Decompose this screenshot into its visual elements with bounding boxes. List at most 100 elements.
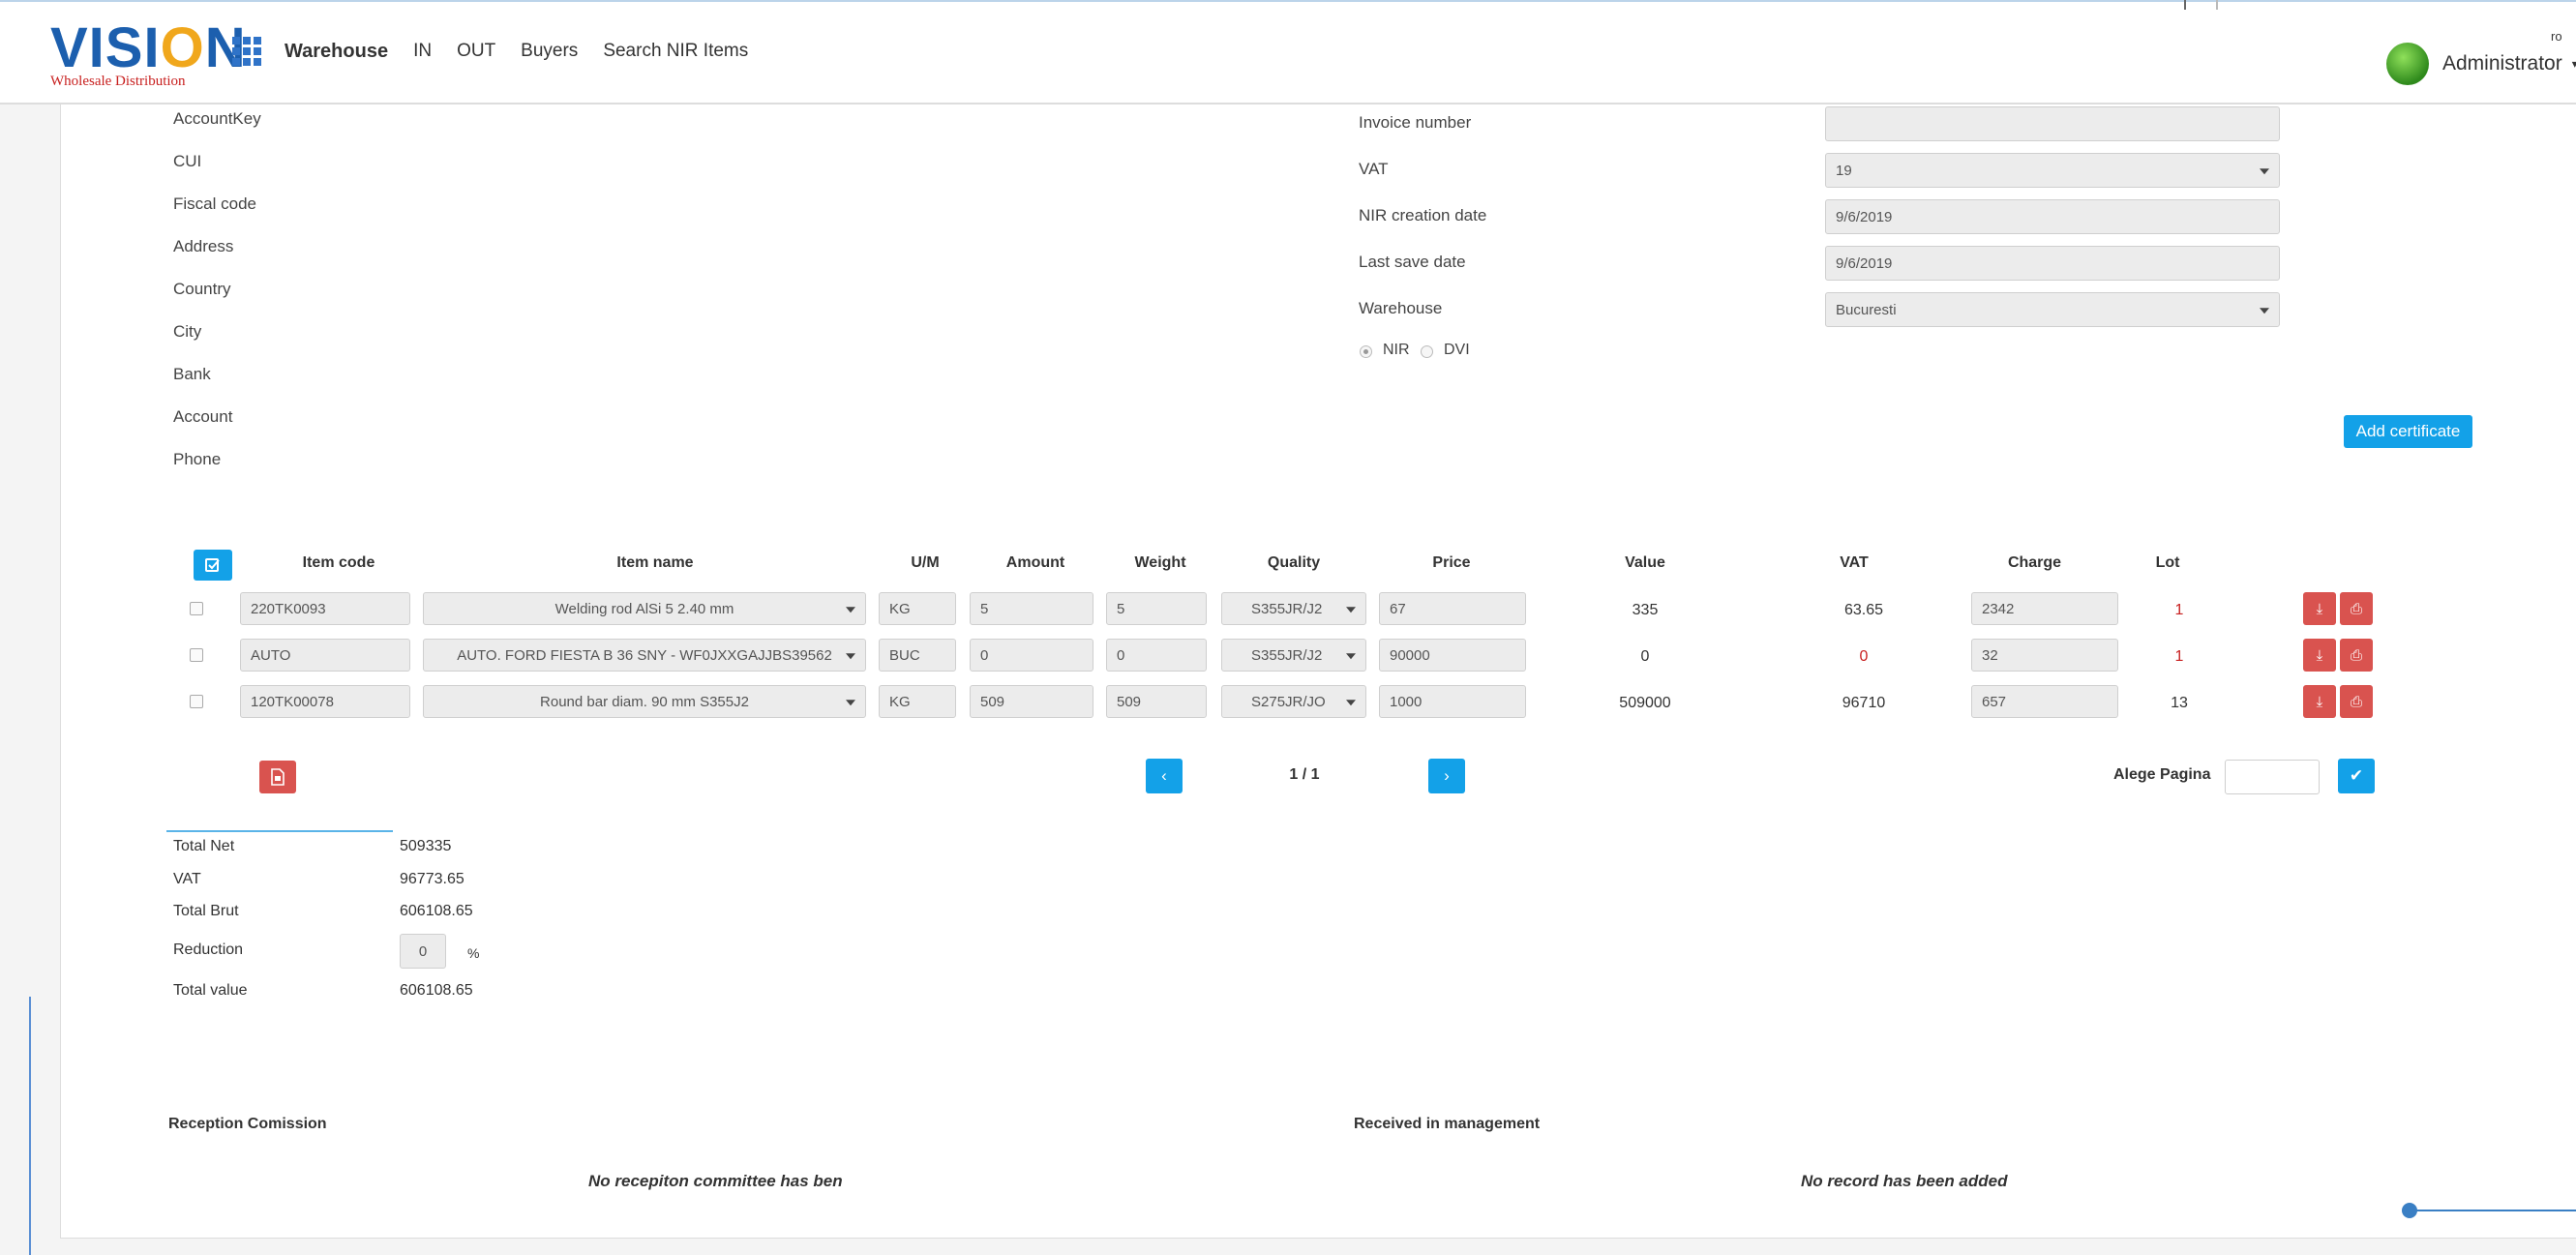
- nav-search-nir-items[interactable]: Search NIR Items: [603, 41, 748, 63]
- lot-cell: 1: [2174, 602, 2184, 618]
- th-vat: VAT: [1840, 554, 1869, 571]
- add-certificate-button[interactable]: Add certificate: [2344, 415, 2472, 448]
- charge-input[interactable]: 32: [1971, 639, 2118, 672]
- brand-logo[interactable]: VISION Wholesale Distribution: [50, 20, 247, 90]
- caret-down-icon: [846, 700, 855, 706]
- total-net-value: 509335: [400, 838, 452, 854]
- price-input[interactable]: 67: [1379, 592, 1526, 625]
- label-vat: VAT: [1359, 160, 1389, 178]
- row-checkbox[interactable]: [190, 602, 203, 615]
- weight-input[interactable]: 0: [1106, 639, 1207, 672]
- main-nav: Warehouse IN OUT Buyers Search NIR Items: [285, 41, 773, 63]
- print-button[interactable]: ⎙: [2340, 639, 2373, 672]
- radio-nir[interactable]: [1360, 345, 1372, 358]
- totals-divider: [166, 830, 393, 832]
- quality-select[interactable]: S275JR/JO: [1221, 685, 1366, 718]
- reception-commission-title: Reception Comission: [168, 1116, 327, 1132]
- apps-grid-icon[interactable]: [232, 37, 261, 66]
- th-quality: Quality: [1267, 554, 1321, 571]
- um-input[interactable]: BUC: [879, 639, 956, 672]
- item-code-input[interactable]: 120TK00078: [240, 685, 410, 718]
- scroll-handle[interactable]: [2402, 1203, 2417, 1218]
- um-input[interactable]: KG: [879, 685, 956, 718]
- radio-nir-label: NIR: [1383, 342, 1410, 358]
- total-value-value: 606108.65: [400, 982, 473, 999]
- goto-page-input[interactable]: [2225, 760, 2320, 794]
- charge-input[interactable]: 657: [1971, 685, 2118, 718]
- value-cell: 335: [1632, 602, 1659, 618]
- print-button[interactable]: ⎙: [2340, 685, 2373, 718]
- nav-buyers[interactable]: Buyers: [521, 41, 578, 63]
- item-name-select[interactable]: AUTO. FORD FIESTA B 36 SNY - WF0JXXGAJJB…: [423, 639, 866, 672]
- nav-warehouse[interactable]: Warehouse: [285, 41, 388, 63]
- th-price: Price: [1432, 554, 1471, 571]
- print-button[interactable]: ⎙: [2340, 592, 2373, 625]
- warehouse-select-value: Bucuresti: [1836, 301, 1897, 318]
- label-account: Account: [173, 407, 233, 426]
- item-name-select[interactable]: Welding rod AlSi 5 2.40 mm: [423, 592, 866, 625]
- caret-down-icon: [1346, 700, 1356, 706]
- price-input[interactable]: 90000: [1379, 639, 1526, 672]
- goto-page-button[interactable]: ✔: [2338, 759, 2375, 793]
- th-item-name: Item name: [616, 554, 694, 571]
- totals-vat-value: 96773.65: [400, 871, 464, 887]
- nav-in[interactable]: IN: [413, 41, 432, 63]
- last-save-date-input[interactable]: 9/6/2019: [1825, 246, 2280, 281]
- check-icon: ✔: [2349, 766, 2364, 785]
- divider: [2216, 0, 2218, 10]
- download-button[interactable]: ⤓: [2303, 685, 2336, 718]
- weight-input[interactable]: 5: [1106, 592, 1207, 625]
- invoice-number-input[interactable]: [1825, 106, 2280, 141]
- scroll-track[interactable]: [2410, 1210, 2576, 1211]
- export-pdf-button[interactable]: [259, 761, 296, 793]
- nir-creation-date-input[interactable]: 9/6/2019: [1825, 199, 2280, 234]
- nav-out[interactable]: OUT: [457, 41, 495, 63]
- download-button[interactable]: ⤓: [2303, 639, 2336, 672]
- language-indicator[interactable]: ro: [2551, 29, 2562, 44]
- item-code-input[interactable]: 220TK0093: [240, 592, 410, 625]
- row-checkbox[interactable]: [190, 695, 203, 708]
- um-input[interactable]: KG: [879, 592, 956, 625]
- quality-value: S355JR/J2: [1251, 600, 1323, 617]
- price-input[interactable]: 1000: [1379, 685, 1526, 718]
- caret-down-icon: [846, 607, 855, 613]
- label-city: City: [173, 322, 202, 341]
- amount-input[interactable]: 509: [970, 685, 1093, 718]
- amount-input[interactable]: 0: [970, 639, 1093, 672]
- reduction-unit: %: [467, 945, 480, 961]
- quality-select[interactable]: S355JR/J2: [1221, 592, 1366, 625]
- th-amount: Amount: [1005, 554, 1065, 571]
- lot-cell: 1: [2174, 648, 2184, 665]
- charge-input[interactable]: 2342: [1971, 592, 2118, 625]
- weight-input[interactable]: 509: [1106, 685, 1207, 718]
- caret-down-icon: [1346, 653, 1356, 660]
- radio-dvi[interactable]: [1421, 345, 1433, 358]
- amount-input[interactable]: 5: [970, 592, 1093, 625]
- quality-value: S355JR/J2: [1251, 646, 1323, 664]
- next-page-button[interactable]: ›: [1428, 759, 1465, 793]
- value-cell: 0: [1640, 648, 1650, 665]
- user-menu[interactable]: Administrator ▾: [2386, 43, 2576, 85]
- th-lot: Lot: [2155, 554, 2180, 571]
- total-brut-label: Total Brut: [173, 903, 239, 919]
- quality-select[interactable]: S355JR/J2: [1221, 639, 1366, 672]
- download-button[interactable]: ⤓: [2303, 592, 2336, 625]
- item-name-select[interactable]: Round bar diam. 90 mm S355J2: [423, 685, 866, 718]
- th-value: Value: [1625, 554, 1665, 571]
- warehouse-select[interactable]: Bucuresti: [1825, 292, 2280, 327]
- th-charge: Charge: [2007, 554, 2062, 571]
- total-net-label: Total Net: [173, 838, 235, 854]
- th-item-code: Item code: [302, 554, 375, 571]
- select-all-button[interactable]: [194, 550, 232, 581]
- th-weight: Weight: [1134, 554, 1186, 571]
- reduction-label: Reduction: [173, 941, 244, 958]
- prev-page-button[interactable]: ‹: [1146, 759, 1183, 793]
- reduction-input[interactable]: 0: [400, 934, 446, 969]
- chevron-right-icon: ›: [1444, 766, 1450, 785]
- vat-select[interactable]: 19: [1825, 153, 2280, 188]
- row-checkbox[interactable]: [190, 648, 203, 662]
- th-um: U/M: [911, 554, 940, 571]
- item-name-value: Welding rod AlSi 5 2.40 mm: [554, 600, 734, 617]
- label-accountkey: AccountKey: [173, 109, 261, 128]
- item-code-input[interactable]: AUTO: [240, 639, 410, 672]
